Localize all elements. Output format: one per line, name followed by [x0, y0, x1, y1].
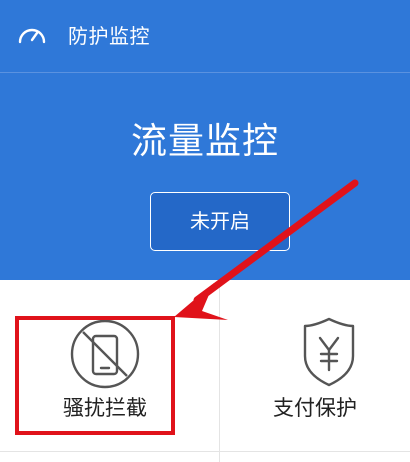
tile-harassment-block[interactable]: 骚扰拦截	[0, 280, 219, 451]
grid-horizontal-divider	[0, 451, 410, 452]
enable-traffic-monitor-button[interactable]: 未开启	[150, 192, 290, 251]
traffic-monitor-panel: 流量监控 未开启	[0, 73, 410, 280]
no-phone-icon	[70, 319, 140, 389]
yen-shield-icon	[303, 317, 355, 387]
traffic-monitor-title: 流量监控	[130, 121, 279, 162]
tile-payment-protection[interactable]: 支付保护	[220, 280, 410, 451]
page-title: 防护监控	[68, 24, 150, 48]
top-bar: 防护监控	[0, 0, 410, 72]
speedometer-icon	[18, 28, 46, 44]
tile-harassment-block-label: 骚扰拦截	[63, 396, 147, 420]
tile-payment-protection-label: 支付保护	[273, 396, 357, 420]
feature-grid: 骚扰拦截 支付保护	[0, 280, 410, 462]
